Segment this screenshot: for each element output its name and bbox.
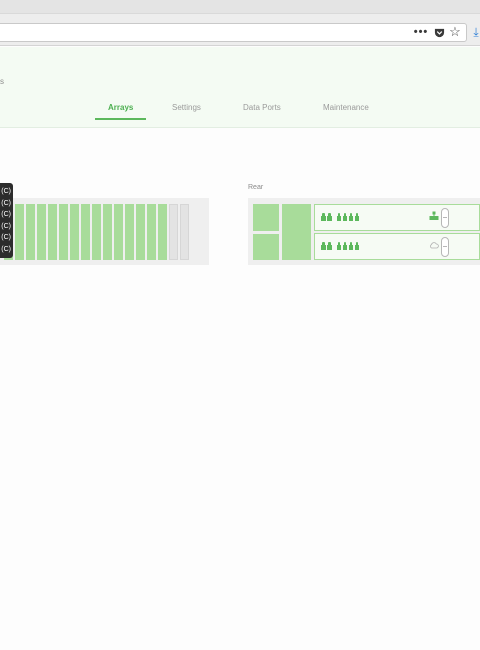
bookmark-star-icon[interactable]: ☆	[448, 24, 462, 40]
empty-drive-bay[interactable]	[180, 204, 189, 260]
ethernet-port-icon[interactable]	[348, 213, 354, 221]
tab-maintenance[interactable]: Maintenance	[323, 103, 369, 112]
drive-bay[interactable]	[81, 204, 90, 260]
ethernet-port-icon[interactable]	[342, 213, 348, 221]
ethernet-port-icon[interactable]	[336, 213, 342, 221]
ethernet-port-icon[interactable]	[354, 213, 360, 221]
ethernet-port-icon[interactable]	[327, 242, 332, 250]
tooltip-line: (C)	[1, 234, 11, 241]
drive-bay[interactable]	[147, 204, 156, 260]
drive-tooltip: (C) (C) (C) (C) (C) (C)	[0, 183, 13, 258]
drive-bay[interactable]	[15, 204, 24, 260]
ethernet-port-icon[interactable]	[342, 242, 348, 250]
drive-bay[interactable]	[26, 204, 35, 260]
tab-arrays[interactable]: Arrays	[108, 103, 133, 112]
ethernet-port-icon[interactable]	[348, 242, 354, 250]
ethernet-port-icon[interactable]	[321, 242, 326, 250]
browser-tab-strip	[0, 0, 480, 14]
drive-bay[interactable]	[70, 204, 79, 260]
drive-bay[interactable]	[114, 204, 123, 260]
ethernet-port-icon[interactable]	[354, 242, 360, 250]
ethernet-port-icon[interactable]	[321, 213, 326, 221]
drive-bay[interactable]	[158, 204, 167, 260]
front-panel-enclosure	[0, 198, 209, 265]
port-group	[321, 213, 359, 223]
empty-drive-bay[interactable]	[169, 204, 178, 260]
port-spacer	[333, 242, 335, 252]
drive-bay[interactable]	[136, 204, 145, 260]
rear-panel-label: Rear	[248, 184, 264, 191]
app-header	[0, 47, 480, 128]
tooltip-line: (C)	[1, 245, 11, 253]
port-group	[321, 242, 359, 252]
drive-bay[interactable]	[59, 204, 68, 260]
controller-b[interactable]	[314, 233, 480, 260]
power-supply-bottom[interactable]	[253, 234, 279, 260]
controller-a[interactable]	[314, 204, 480, 231]
active-tab-indicator	[95, 118, 146, 120]
tooltip-line: (C)	[1, 211, 11, 218]
download-arrow-icon[interactable]: ⤓	[470, 24, 480, 40]
address-bar[interactable]	[0, 23, 467, 42]
tab-settings[interactable]: Settings	[172, 103, 201, 112]
header-text-fragment: s	[0, 77, 4, 86]
tooltip-line: (C)	[1, 199, 11, 207]
drive-bay[interactable]	[48, 204, 57, 260]
ethernet-port-icon[interactable]	[336, 242, 342, 250]
rear-panel-enclosure	[248, 198, 480, 265]
more-dots-icon[interactable]: •••	[413, 24, 429, 40]
network-status-icon	[429, 208, 439, 220]
controller-handle[interactable]	[441, 237, 449, 257]
ethernet-port-icon[interactable]	[327, 213, 332, 221]
drive-bay[interactable]	[103, 204, 112, 260]
drive-bay[interactable]	[92, 204, 101, 260]
pocket-icon[interactable]	[433, 24, 445, 40]
browser-toolbar	[0, 0, 480, 46]
rear-module[interactable]	[282, 204, 311, 260]
drive-bay[interactable]	[37, 204, 46, 260]
tooltip-line: (C)	[1, 188, 11, 195]
port-spacer	[333, 213, 335, 223]
tab-data-ports[interactable]: Data Ports	[243, 103, 281, 112]
drive-bay[interactable]	[125, 204, 134, 260]
cloud-status-icon	[429, 237, 439, 249]
tooltip-line: (C)	[1, 222, 11, 230]
controller-handle[interactable]	[441, 208, 449, 228]
power-supply-top[interactable]	[253, 204, 279, 231]
